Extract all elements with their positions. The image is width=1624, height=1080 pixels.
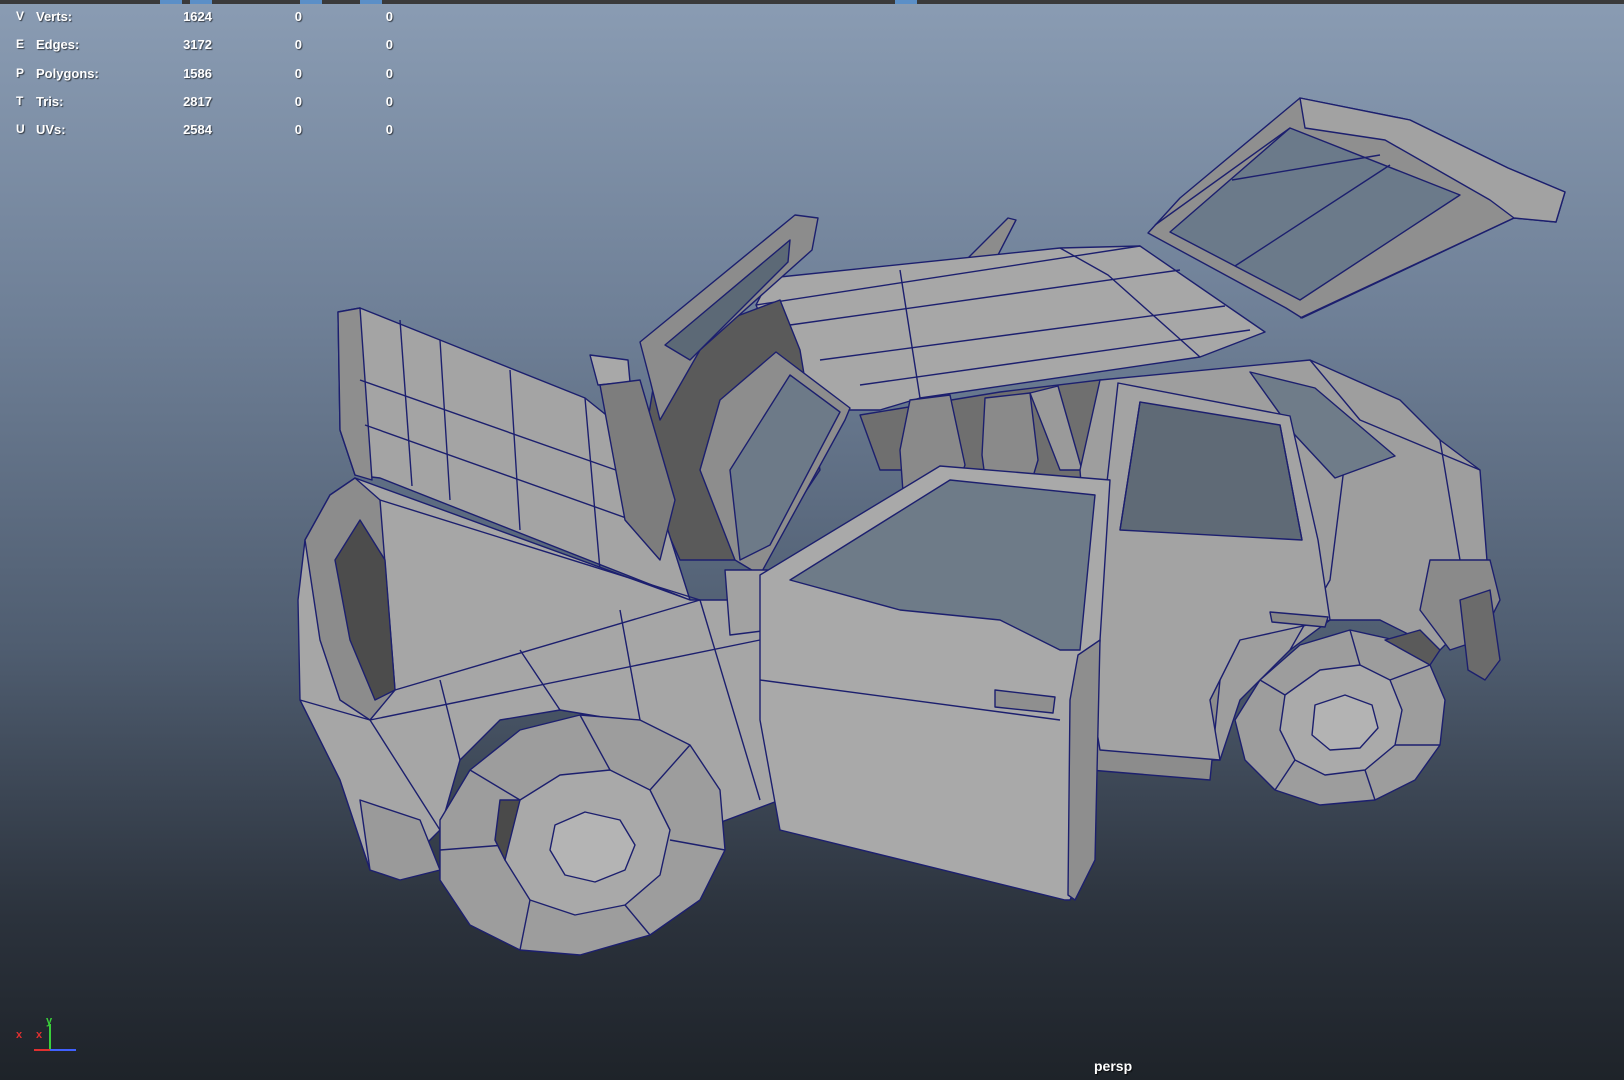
car-front-door-right[interactable]	[759, 465, 1111, 901]
axis-z-label: x	[36, 1029, 43, 1041]
axis-x-label: x	[16, 1029, 23, 1041]
axis-y-label: y	[46, 1015, 53, 1027]
axis-gizmo: y x x	[16, 1015, 76, 1051]
camera-name-label: persp	[1094, 1058, 1133, 1074]
car-front-wheel[interactable]	[439, 714, 726, 956]
car-model[interactable]	[297, 97, 1566, 956]
car-hatch[interactable]	[1147, 97, 1566, 319]
car-rear-door-top[interactable]	[967, 217, 1017, 259]
side-mirror-left[interactable]	[589, 354, 631, 386]
3d-viewport[interactable]	[0, 0, 1624, 1080]
